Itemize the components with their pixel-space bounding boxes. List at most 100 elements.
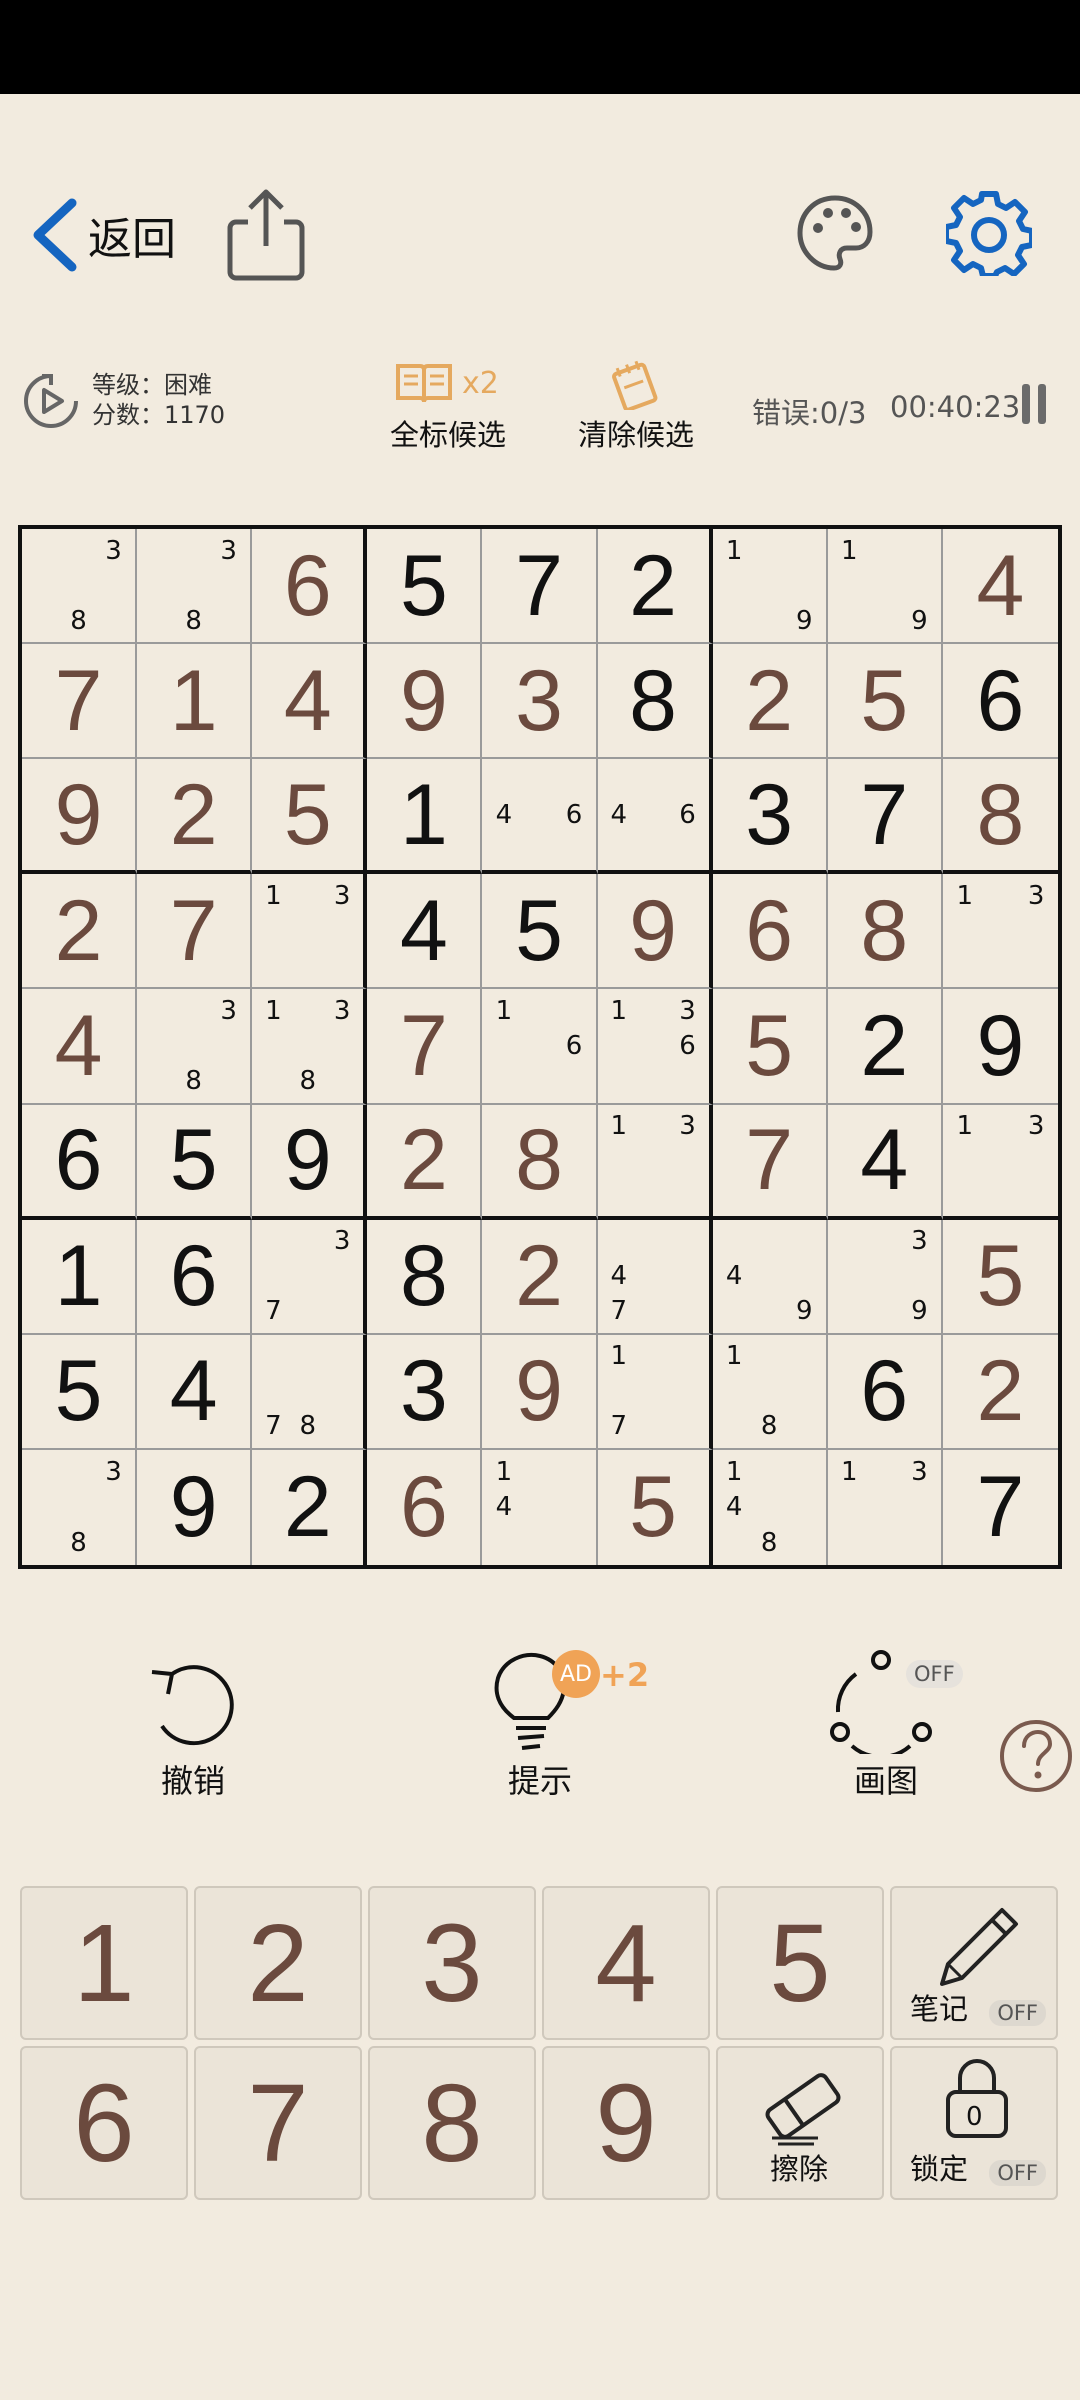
sudoku-cell[interactable]: 8 bbox=[482, 1104, 598, 1220]
sudoku-cell[interactable]: 2 bbox=[942, 1335, 1058, 1450]
lock-button[interactable]: 0 锁定 OFF bbox=[890, 2046, 1058, 2200]
sudoku-cell[interactable]: 5 bbox=[712, 989, 828, 1105]
sudoku-cell[interactable]: 4 bbox=[827, 1104, 943, 1220]
sudoku-cell[interactable]: 5 bbox=[827, 644, 943, 760]
sudoku-cell[interactable]: 38 bbox=[137, 529, 253, 645]
sudoku-cell[interactable]: 6 bbox=[137, 1219, 253, 1335]
sudoku-cell[interactable]: 6 bbox=[367, 1449, 483, 1565]
sudoku-cell[interactable]: 4 bbox=[137, 1334, 253, 1450]
sudoku-cell[interactable]: 5 bbox=[137, 1104, 253, 1220]
sudoku-cell[interactable]: 3 bbox=[712, 759, 828, 875]
theme-palette-button[interactable] bbox=[796, 194, 874, 272]
sudoku-cell[interactable]: 6 bbox=[827, 1334, 943, 1450]
sudoku-cell[interactable]: 5 bbox=[252, 759, 368, 875]
key-1[interactable]: 1 bbox=[20, 1886, 188, 2040]
sudoku-cell[interactable]: 9 bbox=[482, 1334, 598, 1450]
sudoku-cell[interactable]: 13 bbox=[828, 1449, 943, 1565]
sudoku-cell[interactable]: 7 bbox=[712, 1104, 828, 1220]
key-2[interactable]: 2 bbox=[194, 1886, 362, 2040]
sudoku-cell[interactable]: 4 bbox=[252, 644, 368, 760]
draw-mode-button[interactable]: OFF 画图 bbox=[806, 1650, 966, 1802]
help-button[interactable] bbox=[998, 1718, 1074, 1794]
sudoku-cell[interactable]: 14 bbox=[482, 1449, 598, 1565]
undo-button[interactable]: 撤销 bbox=[113, 1650, 273, 1802]
sudoku-cell[interactable]: 1 bbox=[367, 759, 483, 875]
sudoku-cell[interactable]: 46 bbox=[597, 759, 713, 875]
sudoku-cell[interactable]: 4 bbox=[22, 989, 138, 1105]
sudoku-cell[interactable]: 13 bbox=[597, 1104, 713, 1220]
sudoku-cell[interactable]: 9 bbox=[367, 644, 483, 760]
sudoku-cell[interactable]: 9 bbox=[597, 874, 713, 990]
sudoku-cell[interactable]: 7 bbox=[827, 759, 943, 875]
erase-button[interactable]: 擦除 bbox=[716, 2046, 884, 2200]
sudoku-cell[interactable]: 37 bbox=[252, 1219, 368, 1335]
notes-mode-button[interactable]: 笔记 OFF bbox=[890, 1886, 1058, 2040]
key-3[interactable]: 3 bbox=[368, 1886, 536, 2040]
share-button[interactable] bbox=[226, 186, 306, 282]
sudoku-cell[interactable]: 9 bbox=[22, 759, 138, 875]
sudoku-cell[interactable]: 2 bbox=[367, 1104, 483, 1220]
sudoku-cell[interactable]: 78 bbox=[252, 1334, 368, 1450]
key-4[interactable]: 4 bbox=[542, 1886, 710, 2040]
sudoku-cell[interactable]: 38 bbox=[137, 989, 253, 1105]
sudoku-cell[interactable]: 38 bbox=[22, 529, 138, 645]
sudoku-cell[interactable]: 2 bbox=[712, 644, 828, 760]
autonote-button[interactable]: x2 全标候选 bbox=[378, 360, 518, 454]
sudoku-cell[interactable]: 17 bbox=[597, 1334, 713, 1450]
sudoku-cell[interactable]: 9 bbox=[252, 1104, 368, 1220]
sudoku-cell[interactable]: 4 bbox=[942, 529, 1058, 645]
sudoku-cell[interactable]: 16 bbox=[482, 989, 598, 1105]
sudoku-cell[interactable]: 8 bbox=[827, 874, 943, 990]
sudoku-cell[interactable]: 2 bbox=[827, 989, 943, 1105]
sudoku-cell[interactable]: 18 bbox=[712, 1334, 828, 1450]
sudoku-cell[interactable]: 47 bbox=[597, 1219, 713, 1335]
sudoku-cell[interactable]: 6 bbox=[942, 644, 1058, 760]
sudoku-cell[interactable]: 5 bbox=[942, 1220, 1058, 1335]
sudoku-cell[interactable]: 46 bbox=[482, 759, 598, 875]
sudoku-cell[interactable]: 1 3 8 bbox=[252, 989, 368, 1105]
replay-icon[interactable] bbox=[22, 372, 80, 430]
sudoku-cell[interactable]: 8 bbox=[597, 644, 713, 760]
sudoku-cell[interactable]: 13 bbox=[252, 874, 368, 990]
key-9[interactable]: 9 bbox=[542, 2046, 710, 2200]
sudoku-cell[interactable]: 9 bbox=[942, 989, 1058, 1105]
clear-notes-button[interactable]: 清除候选 bbox=[566, 360, 706, 454]
sudoku-cell[interactable]: 8 bbox=[942, 759, 1058, 875]
sudoku-cell[interactable]: 6 bbox=[252, 529, 368, 645]
sudoku-cell[interactable]: 19 bbox=[827, 529, 943, 645]
sudoku-cell[interactable]: 38 bbox=[22, 1449, 138, 1565]
sudoku-cell[interactable]: 2 bbox=[597, 529, 713, 645]
sudoku-cell[interactable]: 3 bbox=[367, 1334, 483, 1450]
sudoku-cell[interactable]: 8 bbox=[367, 1219, 483, 1335]
sudoku-cell[interactable]: 49 bbox=[712, 1219, 828, 1335]
settings-button[interactable] bbox=[943, 190, 1035, 279]
sudoku-cell[interactable]: 1 bbox=[137, 644, 253, 760]
sudoku-cell[interactable]: 6 bbox=[712, 874, 828, 990]
key-8[interactable]: 8 bbox=[368, 2046, 536, 2200]
sudoku-cell[interactable]: 7 bbox=[137, 874, 253, 990]
sudoku-cell[interactable]: 5 bbox=[482, 874, 598, 990]
pause-button[interactable] bbox=[1022, 384, 1050, 428]
sudoku-cell[interactable]: 2 bbox=[137, 759, 253, 875]
sudoku-cell[interactable]: 6 bbox=[22, 1104, 138, 1220]
sudoku-cell[interactable]: 1 3 6 bbox=[597, 989, 713, 1105]
sudoku-cell[interactable]: 2 bbox=[22, 874, 138, 990]
sudoku-cell[interactable]: 5 bbox=[367, 529, 483, 645]
sudoku-cell[interactable]: 13 bbox=[942, 1105, 1058, 1220]
sudoku-cell[interactable]: 5 bbox=[598, 1449, 713, 1565]
key-7[interactable]: 7 bbox=[194, 2046, 362, 2200]
sudoku-cell[interactable]: 3 bbox=[482, 644, 598, 760]
sudoku-cell[interactable]: 1 48 bbox=[713, 1449, 828, 1565]
back-button[interactable]: 返回 bbox=[28, 190, 176, 280]
sudoku-cell[interactable]: 13 bbox=[942, 874, 1058, 990]
key-6[interactable]: 6 bbox=[20, 2046, 188, 2200]
sudoku-cell[interactable]: 19 bbox=[712, 529, 828, 645]
hint-button[interactable]: AD +2 提示 bbox=[460, 1650, 649, 1802]
sudoku-cell[interactable]: 7 bbox=[367, 989, 483, 1105]
sudoku-cell[interactable]: 2 bbox=[252, 1449, 368, 1565]
sudoku-cell[interactable]: 9 bbox=[137, 1449, 253, 1565]
key-5[interactable]: 5 bbox=[716, 1886, 884, 2040]
sudoku-cell[interactable]: 39 bbox=[827, 1219, 943, 1335]
sudoku-cell[interactable]: 7 bbox=[943, 1450, 1058, 1565]
sudoku-cell[interactable]: 7 bbox=[482, 529, 598, 645]
